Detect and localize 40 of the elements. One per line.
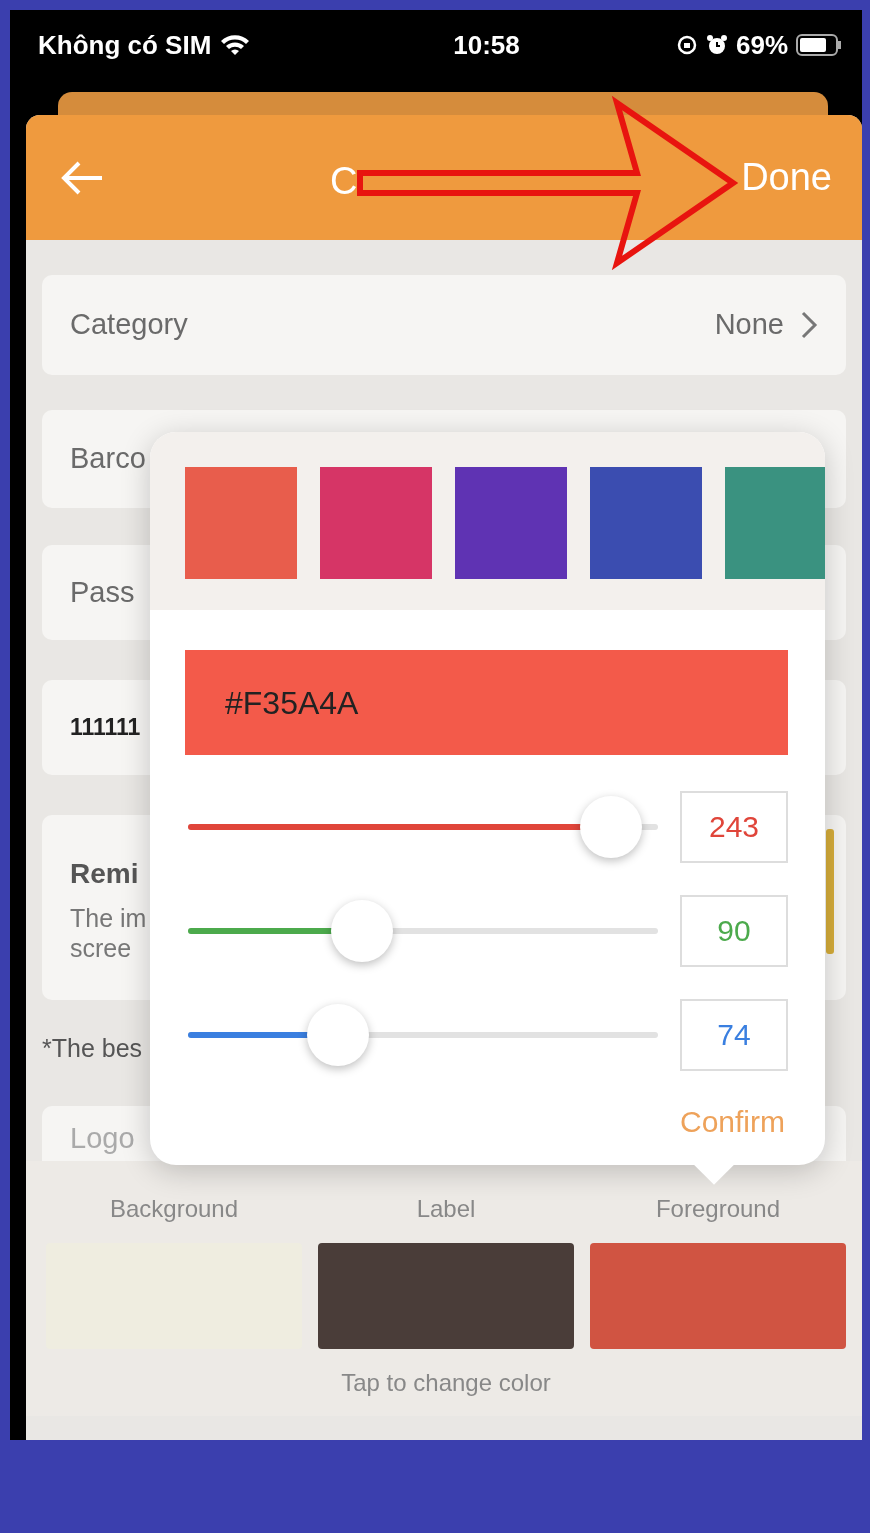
screen-title: C: [330, 159, 358, 204]
value-field[interactable]: 74: [680, 999, 788, 1071]
row-value: None: [714, 307, 784, 343]
back-arrow-icon[interactable]: [60, 159, 104, 196]
confirm-button[interactable]: Confirm: [674, 1098, 791, 1145]
row-label: Category: [70, 307, 188, 343]
reminder-text: The im: [70, 902, 147, 933]
reminder-text: scree: [70, 932, 133, 963]
color-preview: #F35A4A: [185, 650, 788, 755]
color-swatch[interactable]: [590, 1242, 846, 1349]
value-field[interactable]: 90: [680, 895, 788, 967]
swatch-label: Label: [415, 1193, 477, 1224]
battery-icon: [796, 34, 842, 56]
logo-label: Logo: [70, 1121, 135, 1156]
rotation-lock-icon: [675, 34, 698, 56]
hint-text: Tap to change color: [340, 1367, 552, 1398]
slider[interactable]: [188, 899, 658, 963]
swatch-label: Foreground: [654, 1193, 782, 1224]
row-label: Pass: [70, 574, 135, 610]
done-button[interactable]: Done: [741, 149, 832, 206]
value-field[interactable]: 243: [680, 791, 788, 863]
palette-swatch[interactable]: [320, 467, 432, 579]
alarm-icon: [705, 34, 728, 56]
swatch-label: Background: [108, 1193, 240, 1224]
note-text: *The bes: [42, 1034, 143, 1062]
battery-text: 69%: [735, 28, 788, 62]
palette-swatch[interactable]: [590, 467, 702, 579]
slider[interactable]: [188, 1003, 658, 1067]
row-label: Barco: [70, 441, 146, 477]
carrier-text: Không có SIM: [38, 28, 212, 62]
time-text: 10:58: [452, 28, 521, 62]
wifi-icon: [219, 33, 252, 57]
color-swatch[interactable]: [318, 1242, 574, 1349]
reminder-title: Remi: [70, 856, 140, 891]
row-value: 111111: [70, 713, 141, 743]
palette-swatch[interactable]: [185, 467, 297, 579]
palette-swatch[interactable]: [725, 467, 825, 579]
chevron-right-icon: [800, 310, 818, 340]
palette-swatch[interactable]: [455, 467, 567, 579]
slider[interactable]: [188, 795, 658, 859]
